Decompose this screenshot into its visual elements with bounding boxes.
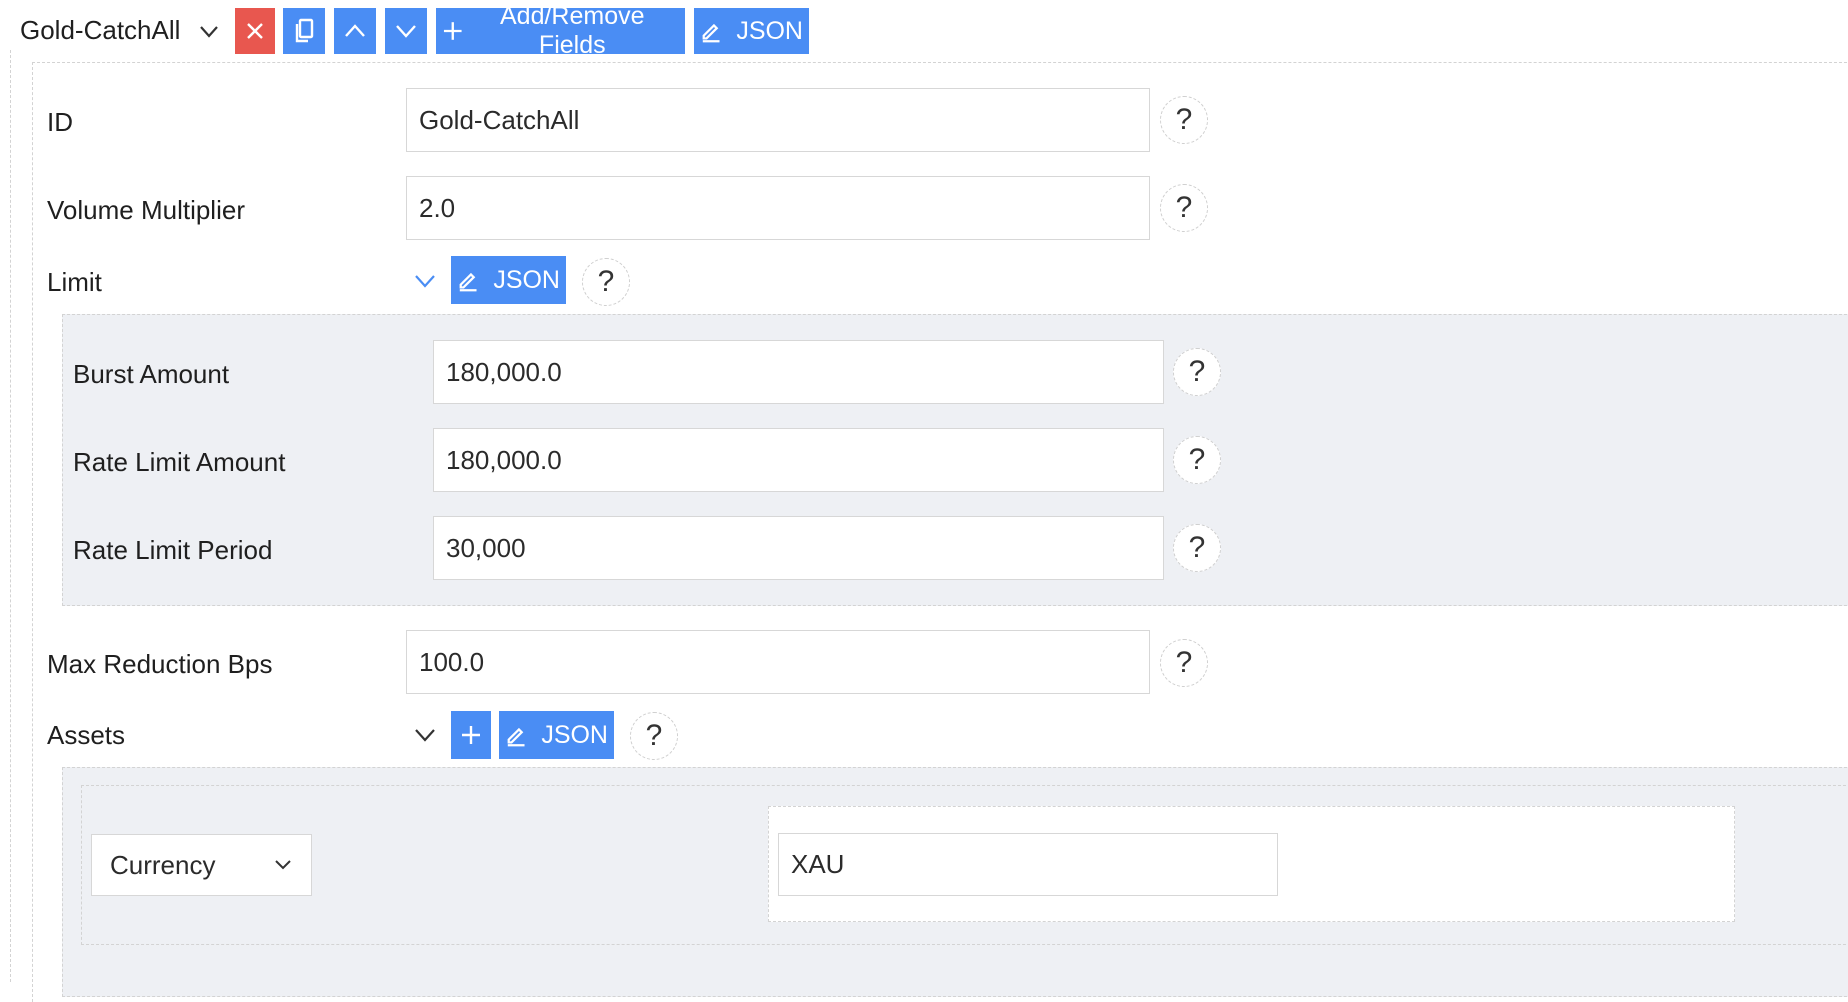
chevron-down-icon	[275, 860, 291, 870]
assets-help-button[interactable]: ?	[630, 712, 678, 760]
delete-button[interactable]	[235, 8, 275, 54]
volume-multiplier-input[interactable]: 2.0	[406, 176, 1150, 240]
json-edit-button[interactable]: JSON	[694, 8, 809, 54]
outer-guide-line	[10, 50, 11, 982]
rate-limit-amount-input[interactable]: 180,000.0	[433, 428, 1164, 492]
move-down-button[interactable]	[385, 8, 427, 54]
edit-icon	[702, 23, 720, 43]
asset-type-select[interactable]: Currency	[91, 834, 312, 896]
limit-json-button[interactable]: JSON	[451, 256, 566, 304]
volume-multiplier-help-button[interactable]: ?	[1160, 184, 1208, 232]
max-reduction-bps-input[interactable]: 100.0	[406, 630, 1150, 694]
max-reduction-bps-help-button[interactable]: ?	[1160, 639, 1208, 687]
limit-json-label: JSON	[493, 265, 560, 294]
id-help-button[interactable]: ?	[1160, 96, 1208, 144]
assets-label: Assets	[47, 720, 126, 750]
asset-type-selected-label: Currency	[110, 849, 216, 880]
asset-value-input[interactable]: XAU	[778, 833, 1278, 896]
assets-json-label: JSON	[541, 720, 608, 749]
burst-amount-label: Burst Amount	[73, 359, 230, 389]
id-label: ID	[47, 107, 73, 137]
max-reduction-bps-label: Max Reduction Bps	[47, 649, 273, 679]
volume-multiplier-label: Volume Multiplier	[47, 195, 245, 225]
plus-icon	[443, 22, 462, 40]
edit-icon	[459, 272, 477, 292]
rate-limit-period-input[interactable]: 30,000	[433, 516, 1164, 580]
limit-help-button[interactable]: ?	[582, 258, 630, 306]
burst-amount-help-button[interactable]: ?	[1173, 348, 1221, 396]
add-remove-fields-button[interactable]: Add/Remove Fields	[436, 2, 685, 59]
assets-json-button[interactable]: JSON	[499, 711, 614, 759]
object-title: Gold-CatchAll	[20, 15, 181, 45]
copy-icon	[295, 18, 314, 43]
move-up-button[interactable]	[334, 8, 376, 54]
rate-limit-period-help-button[interactable]: ?	[1173, 524, 1221, 572]
rate-limit-period-label: Rate Limit Period	[73, 535, 273, 565]
limit-collapse-chevron-icon[interactable]	[413, 272, 437, 290]
assets-collapse-chevron-icon[interactable]	[413, 726, 437, 744]
rate-limit-amount-help-button[interactable]: ?	[1173, 436, 1221, 484]
plus-icon	[462, 726, 480, 744]
chevron-up-icon	[345, 24, 365, 37]
rate-limit-amount-label: Rate Limit Amount	[73, 447, 286, 477]
id-input[interactable]: Gold-CatchAll	[406, 88, 1150, 152]
collapse-chevron-icon[interactable]	[198, 22, 220, 42]
chevron-down-icon	[396, 25, 416, 38]
assets-add-button[interactable]	[451, 711, 491, 759]
add-remove-fields-label: Add/Remove Fields	[500, 2, 645, 59]
close-icon	[247, 23, 263, 39]
json-label: JSON	[736, 16, 803, 45]
burst-amount-input[interactable]: 180,000.0	[433, 340, 1164, 404]
limit-label: Limit	[47, 267, 102, 297]
edit-icon	[507, 727, 525, 747]
copy-button[interactable]	[283, 8, 325, 54]
